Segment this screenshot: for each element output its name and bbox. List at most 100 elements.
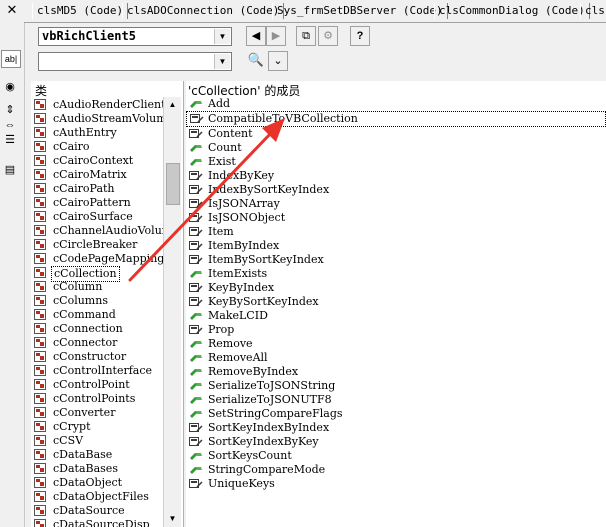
member-list-item-label: Count [208, 141, 242, 154]
member-list-item[interactable]: RemoveByIndex [186, 365, 606, 379]
class-list-item[interactable]: cAudioRenderClient [31, 98, 183, 112]
member-list-item[interactable]: Content [186, 127, 606, 141]
member-list-item[interactable]: SortKeyIndexByKey [186, 435, 606, 449]
option-button-tool-icon[interactable]: ◉ [3, 80, 17, 94]
member-list-item[interactable]: SetStringCompareFlags [186, 407, 606, 421]
class-icon [34, 197, 46, 208]
member-list-item[interactable]: KeyByIndex [186, 281, 606, 295]
class-icon [34, 463, 46, 474]
member-list-item[interactable]: IsJSONObject [186, 211, 606, 225]
member-list-item[interactable]: SortKeyIndexByIndex [186, 421, 606, 435]
class-list-item[interactable]: cDataObjectFiles [31, 490, 183, 504]
scroll-down-icon[interactable]: ▼ [165, 511, 180, 526]
class-list-scrollbar[interactable]: ▲ ▼ [163, 97, 181, 527]
method-icon [189, 450, 203, 461]
tab-clsmd5[interactable]: clsMD5 (Code) [32, 3, 129, 19]
chevron-down-icon[interactable]: ▼ [214, 29, 230, 44]
tab-clsadoconnection[interactable]: clsADOConnection (Code) [122, 3, 285, 19]
class-list-item[interactable]: cConnector [31, 336, 183, 350]
class-list-item[interactable]: cConstructor [31, 350, 183, 364]
class-list-item[interactable]: cColumn [31, 280, 183, 294]
tab-sys-frmsetdbserver[interactable]: Sys_frmSetDBServer (Code) [272, 3, 448, 19]
class-list-item[interactable]: cCodePageMapping [31, 252, 183, 266]
file-list-tool-icon[interactable]: ▤ [3, 163, 17, 177]
member-list-item[interactable]: MakeLCID [186, 309, 606, 323]
class-list-item[interactable]: cControlInterface [31, 364, 183, 378]
tab-cls-overflow[interactable]: cls [580, 3, 606, 19]
view-definition-button[interactable]: ⚙ [318, 26, 338, 46]
member-list-item-label: KeyByIndex [208, 281, 275, 294]
class-list-item[interactable]: cCommand [31, 308, 183, 322]
member-list[interactable]: Add CompatibleToVBCollection Content Count E… [186, 97, 606, 527]
class-list-header: 类 [35, 84, 48, 98]
class-list-item[interactable]: cCairoSurface [31, 210, 183, 224]
class-list-item[interactable]: cAuthEntry [31, 126, 183, 140]
member-list-item[interactable]: SortKeysCount [186, 449, 606, 463]
member-list-item[interactable]: Exist [186, 155, 606, 169]
member-list-item[interactable]: ItemBySortKeyIndex [186, 253, 606, 267]
class-list-item[interactable]: cDataObject [31, 476, 183, 490]
method-icon [189, 394, 203, 405]
class-list[interactable]: cAudioRenderClient cAudioStreamVolume cAut… [31, 98, 183, 527]
member-list-item[interactable]: Remove [186, 337, 606, 351]
member-list-item-label: ItemByIndex [208, 239, 280, 252]
member-list-item[interactable]: Prop [186, 323, 606, 337]
search-combo[interactable]: ▼ [38, 52, 232, 71]
close-icon[interactable]: ✕ [4, 3, 20, 19]
find-button[interactable]: 🔍 [246, 51, 266, 71]
chevron-down-icon[interactable]: ▼ [214, 54, 230, 69]
class-list-item-label: cDataBases [53, 462, 118, 475]
member-list-item[interactable]: IndexByKey [186, 169, 606, 183]
member-list-item[interactable]: KeyBySortKeyIndex [186, 295, 606, 309]
class-list-item[interactable]: cCrypt [31, 420, 183, 434]
member-list-item-label: SetStringCompareFlags [208, 407, 343, 420]
listbox-tool-icon[interactable]: ☰ [3, 133, 17, 147]
class-list-item[interactable]: cAudioStreamVolume [31, 112, 183, 126]
member-list-item[interactable]: IsJSONArray [186, 197, 606, 211]
back-button[interactable]: ◀ [246, 26, 266, 46]
tab-clscommondialog[interactable]: clsCommonDialog (Code) [434, 3, 590, 19]
class-list-item[interactable]: cCairoPattern [31, 196, 183, 210]
class-list-item[interactable]: cCircleBreaker [31, 238, 183, 252]
hscroll-tool-icon[interactable]: ⇔ [3, 118, 17, 132]
class-list-item[interactable]: cControlPoints [31, 392, 183, 406]
class-list-item[interactable]: cCairo [31, 140, 183, 154]
class-list-item[interactable]: cConnection [31, 322, 183, 336]
copy-button[interactable]: ⧉ [296, 26, 316, 46]
library-value: vbRichClient5 [42, 29, 136, 43]
toggle-search-results-button[interactable]: ⌄ [268, 51, 288, 71]
help-button[interactable]: ? [350, 26, 370, 46]
member-list-item[interactable]: StringCompareMode [186, 463, 606, 477]
member-list-item[interactable]: RemoveAll [186, 351, 606, 365]
class-list-item[interactable]: cChannelAudioVolume [31, 224, 183, 238]
member-list-item[interactable]: Count [186, 141, 606, 155]
class-list-item[interactable]: cCSV [31, 434, 183, 448]
library-combo[interactable]: vbRichClient5 ▼ [38, 27, 232, 46]
member-list-item[interactable]: ItemExists [186, 267, 606, 281]
member-list-item[interactable]: SerializeToJSONUTF8 [186, 393, 606, 407]
member-list-item[interactable]: Item [186, 225, 606, 239]
forward-button[interactable]: ▶ [266, 26, 286, 46]
scroll-up-icon[interactable]: ▲ [165, 97, 180, 112]
class-list-item[interactable]: cDataBases [31, 462, 183, 476]
class-list-item[interactable]: cColumns [31, 294, 183, 308]
member-list-item[interactable]: ItemByIndex [186, 239, 606, 253]
class-list-item[interactable]: cConverter [31, 406, 183, 420]
class-list-item[interactable]: cDataBase [31, 448, 183, 462]
member-list-item[interactable]: Add [186, 97, 606, 111]
textbox-tool-icon[interactable]: ab| [1, 50, 21, 68]
class-list-item[interactable]: cDataSource [31, 504, 183, 518]
class-list-item[interactable]: cCairoPath [31, 182, 183, 196]
scroll-thumb[interactable] [166, 163, 180, 205]
member-list-item[interactable]: IndexBySortKeyIndex [186, 183, 606, 197]
class-list-item-label: cDataSourceDisp [53, 518, 150, 527]
class-list-item[interactable]: cControlPoint [31, 378, 183, 392]
class-list-item[interactable]: cDataSourceDisp [31, 518, 183, 527]
member-list-item[interactable]: SerializeToJSONString [186, 379, 606, 393]
member-list-item[interactable]: UniqueKeys [186, 477, 606, 491]
class-list-item[interactable]: cCollection [31, 266, 183, 282]
class-list-item[interactable]: cCairoContext [31, 154, 183, 168]
vscroll-tool-icon[interactable]: ⇕ [3, 103, 17, 117]
member-list-item[interactable]: CompatibleToVBCollection [186, 111, 606, 127]
class-list-item[interactable]: cCairoMatrix [31, 168, 183, 182]
